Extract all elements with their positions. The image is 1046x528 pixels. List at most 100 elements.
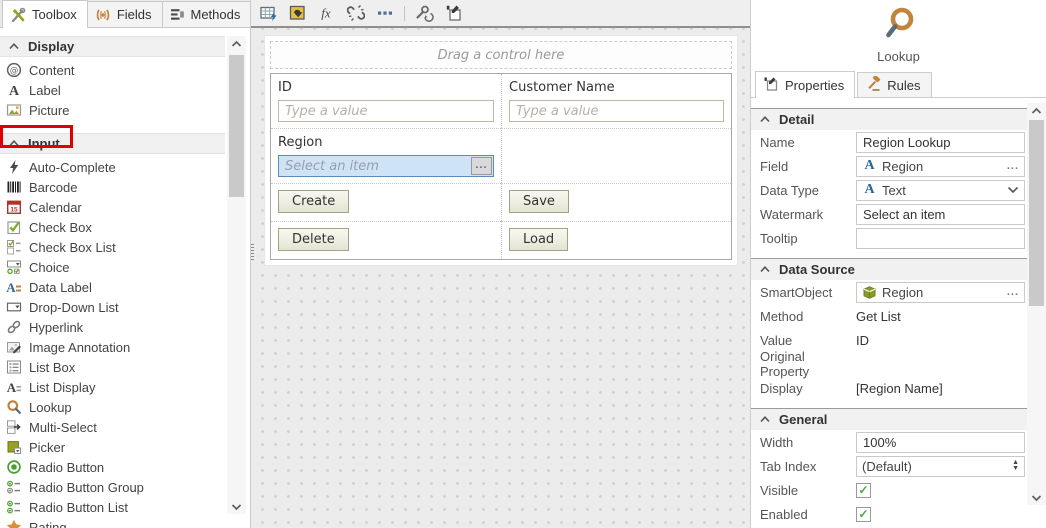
more-options-icon[interactable] bbox=[375, 4, 394, 23]
name-input[interactable] bbox=[856, 132, 1025, 153]
tab-index-spinner[interactable]: (Default)▲▼ bbox=[856, 456, 1025, 477]
check-icon: ✓ bbox=[858, 508, 868, 520]
tab-toolbox[interactable]: Toolbox bbox=[2, 0, 88, 28]
paste-icon[interactable] bbox=[444, 4, 463, 23]
design-table-icon[interactable] bbox=[259, 4, 278, 23]
property-section-data-source[interactable]: Data Source bbox=[751, 258, 1028, 280]
id-input[interactable] bbox=[278, 100, 494, 122]
ellipsis-icon[interactable]: ... bbox=[1007, 288, 1019, 296]
svg-text:A: A bbox=[6, 380, 16, 395]
layout-table: ID Customer Name Region Select an item .… bbox=[270, 73, 732, 260]
properties-scrollbar[interactable] bbox=[1027, 103, 1046, 505]
section-header-display[interactable]: Display bbox=[0, 36, 225, 57]
toolbox-item-list-display[interactable]: AList Display bbox=[0, 377, 250, 397]
toolbox-item-label[interactable]: ALabel bbox=[0, 80, 250, 100]
save-button[interactable]: Save bbox=[509, 190, 569, 213]
scroll-thumb[interactable] bbox=[229, 55, 244, 197]
table-cell[interactable]: Delete bbox=[271, 221, 501, 259]
table-cell[interactable]: Load bbox=[501, 221, 731, 259]
watermark-input[interactable] bbox=[856, 204, 1025, 225]
collapse-icon bbox=[760, 266, 770, 273]
section-header-input[interactable]: Input bbox=[0, 133, 225, 154]
tooltip-input[interactable] bbox=[856, 228, 1025, 249]
toolbox-item-check-box[interactable]: Check Box bbox=[0, 217, 250, 237]
property-section-detail[interactable]: Detail bbox=[751, 108, 1028, 130]
property-row-enabled: Enabled✓ bbox=[751, 502, 1028, 526]
toolbox-item-drop-down-list[interactable]: Drop-Down List bbox=[0, 297, 250, 317]
scroll-up-icon[interactable] bbox=[227, 36, 246, 51]
region-lookup-control[interactable]: Select an item ... bbox=[278, 155, 494, 177]
toolbox-list: Display @ContentALabelPicture Input Auto-Co… bbox=[0, 28, 250, 528]
table-cell[interactable]: ID bbox=[271, 74, 501, 128]
tab-rules[interactable]: Rules bbox=[857, 72, 931, 97]
toolbox-item-radio-button[interactable]: Radio Button bbox=[0, 457, 250, 477]
table-cell[interactable] bbox=[501, 128, 731, 183]
create-button[interactable]: Create bbox=[278, 190, 349, 213]
svg-text:A: A bbox=[6, 280, 16, 295]
toolbox-item-label: List Box bbox=[29, 360, 75, 375]
toolbox-item-data-label[interactable]: AData Label bbox=[0, 277, 250, 297]
autocomplete-icon bbox=[5, 159, 22, 175]
region-browse-button[interactable]: ... bbox=[471, 157, 492, 175]
table-cell[interactable]: Save bbox=[501, 183, 731, 221]
toolbox-item-barcode[interactable]: Barcode bbox=[0, 177, 250, 197]
change-control-icon[interactable] bbox=[288, 4, 307, 23]
configure-icon[interactable] bbox=[415, 4, 434, 23]
toolbox-item-rating[interactable]: Rating bbox=[0, 517, 250, 528]
table-cell[interactable]: Create bbox=[271, 183, 501, 221]
visible-checkbox[interactable]: ✓ bbox=[856, 483, 871, 498]
design-canvas[interactable]: Drag a control here ID Customer Name Reg… bbox=[251, 28, 750, 528]
scroll-thumb[interactable] bbox=[1029, 120, 1044, 306]
toolbox-item-choice[interactable]: Choice bbox=[0, 257, 250, 277]
toolbox-item-calendar[interactable]: 15Calendar bbox=[0, 197, 250, 217]
property-label: SmartObject bbox=[760, 285, 856, 300]
property-section-general[interactable]: General bbox=[751, 408, 1028, 430]
toolbox-item-multi-select[interactable]: Multi-Select bbox=[0, 417, 250, 437]
listdisplay-icon: A bbox=[5, 379, 22, 395]
toolbox-item-picture[interactable]: Picture bbox=[0, 100, 250, 120]
table-cell[interactable]: Region Select an item ... bbox=[271, 128, 501, 183]
drop-zone[interactable]: Drag a control here bbox=[270, 41, 732, 69]
toolbox-item-list-box[interactable]: List Box bbox=[0, 357, 250, 377]
table-cell[interactable]: Customer Name bbox=[501, 74, 731, 128]
property-label: Tab Index bbox=[760, 459, 856, 474]
width-input[interactable] bbox=[856, 432, 1025, 453]
toolbox-item-radio-button-list[interactable]: Radio Button List bbox=[0, 497, 250, 517]
smartobject-picker[interactable]: Region... bbox=[856, 282, 1025, 303]
select-value: Text bbox=[882, 183, 906, 198]
scroll-down-icon[interactable] bbox=[1027, 490, 1046, 505]
data-type-select[interactable]: AText bbox=[856, 180, 1025, 201]
remove-binding-icon[interactable] bbox=[346, 4, 365, 23]
spin-down-icon[interactable]: ▼ bbox=[1012, 466, 1019, 472]
expression-icon[interactable]: fx bbox=[317, 4, 336, 23]
tab-methods-label: Methods bbox=[191, 7, 241, 22]
toolbox-item-auto-complete[interactable]: Auto-Complete bbox=[0, 157, 250, 177]
scroll-up-icon[interactable] bbox=[1027, 103, 1046, 118]
toolbox-item-check-box-list[interactable]: Check Box List bbox=[0, 237, 250, 257]
designer-canvas-panel: fx Drag a control here ID Customer Name … bbox=[250, 0, 750, 528]
toolbox-item-image-annotation[interactable]: Image Annotation bbox=[0, 337, 250, 357]
field-picker[interactable]: ARegion... bbox=[856, 156, 1025, 177]
load-button[interactable]: Load bbox=[509, 228, 568, 251]
toolbox-item-hyperlink[interactable]: Hyperlink bbox=[0, 317, 250, 337]
enabled-checkbox[interactable]: ✓ bbox=[856, 507, 871, 522]
tab-properties[interactable]: Properties bbox=[755, 71, 855, 98]
multiselect-icon bbox=[5, 419, 22, 435]
tab-fields[interactable]: Fields bbox=[87, 1, 163, 27]
tab-fields-label: Fields bbox=[117, 7, 152, 22]
scroll-down-icon[interactable] bbox=[227, 499, 246, 514]
customer-name-input[interactable] bbox=[509, 100, 724, 122]
toolbox-item-radio-button-group[interactable]: Radio Button Group bbox=[0, 477, 250, 497]
splitter-handle[interactable] bbox=[251, 244, 254, 261]
toolbox-item-content[interactable]: @Content bbox=[0, 60, 250, 80]
ellipsis-icon[interactable]: ... bbox=[1007, 162, 1019, 170]
toolbox-scrollbar[interactable] bbox=[227, 36, 246, 514]
toolbox-item-picker[interactable]: Picker bbox=[0, 437, 250, 457]
tab-methods[interactable]: Methods bbox=[162, 1, 252, 27]
field-a-icon: A bbox=[862, 158, 877, 174]
toolbox-item-lookup[interactable]: Lookup bbox=[0, 397, 250, 417]
spinner-arrows[interactable]: ▲▼ bbox=[1012, 460, 1019, 472]
toolbox-panel: Toolbox Fields Methods Display@ContentAL… bbox=[0, 0, 250, 528]
chevron-down-icon[interactable] bbox=[1007, 186, 1019, 194]
delete-button[interactable]: Delete bbox=[278, 228, 349, 251]
